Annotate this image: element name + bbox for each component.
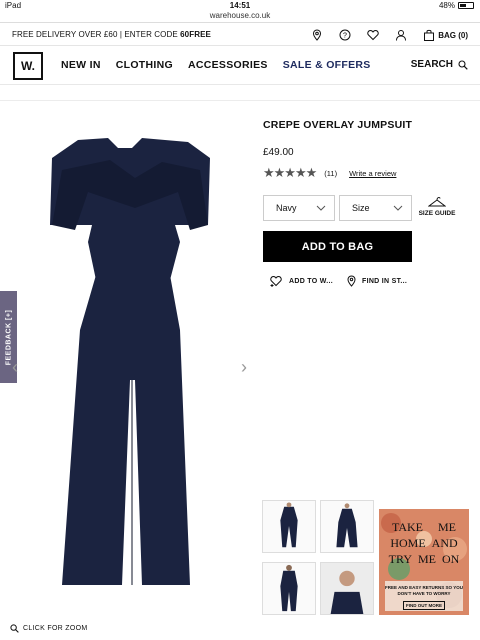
- add-to-wishlist-button[interactable]: ADD TO W...: [270, 275, 333, 287]
- size-select-value: Size: [352, 203, 370, 213]
- main-nav: W. NEW IN CLOTHING ACCESSORIES SALE & OF…: [0, 47, 480, 85]
- location-pin-icon: [347, 275, 356, 287]
- next-image-arrow[interactable]: ›: [241, 357, 247, 378]
- nav-sale-offers[interactable]: SALE & OFFERS: [283, 59, 371, 71]
- zoom-icon: [10, 624, 19, 633]
- product-thumbnail[interactable]: [262, 562, 316, 615]
- add-to-wishlist-label: ADD TO W...: [289, 277, 334, 285]
- promo-headline: TAKE ME HOME AND TRY ME ON: [388, 520, 460, 566]
- bag-button[interactable]: BAG (0): [423, 29, 468, 41]
- battery-percent: 48%: [438, 1, 455, 10]
- hanger-icon: [428, 197, 446, 207]
- find-in-store-label: FIND IN ST...: [362, 277, 408, 285]
- nav-clothing[interactable]: CLOTHING: [116, 59, 173, 71]
- rating-row: ★★★★★ (11) Write a review: [263, 165, 396, 181]
- product-price: £49.00: [263, 147, 294, 158]
- address-bar[interactable]: warehouse.co.uk: [0, 11, 480, 23]
- promo-bar: FREE DELIVERY OVER £60 | ENTER CODE 60FR…: [0, 24, 480, 46]
- header-icons: ? BAG (0): [311, 27, 468, 43]
- product-thumbnail[interactable]: [262, 500, 316, 553]
- shopping-bag-icon: [424, 29, 435, 41]
- account-icon[interactable]: [395, 29, 407, 41]
- colour-select[interactable]: Navy: [263, 195, 335, 221]
- svg-text:?: ?: [343, 33, 347, 40]
- nav-new-in[interactable]: NEW IN: [61, 59, 101, 71]
- status-bar: iPad 14:51 48%: [0, 0, 480, 11]
- product-thumbnail[interactable]: [320, 500, 374, 553]
- search-icon: [458, 59, 468, 70]
- size-select[interactable]: Size: [339, 195, 412, 221]
- heart-icon[interactable]: [367, 29, 379, 41]
- star-rating-icon: ★★★★★: [263, 165, 317, 180]
- promo-subtext: FREE AND EASY RETURNS SO YOU DON'T HAVE …: [385, 585, 463, 596]
- battery-icon: [458, 2, 474, 9]
- warehouse-logo[interactable]: W.: [13, 52, 43, 80]
- find-in-store-button[interactable]: FIND IN ST...: [347, 275, 407, 287]
- divider: [0, 100, 480, 101]
- heart-plus-icon: [270, 275, 282, 287]
- try-me-on-promo[interactable]: TAKE ME HOME AND TRY ME ON FREE AND EASY…: [379, 509, 469, 615]
- clock: 14:51: [229, 1, 251, 10]
- delivery-message: FREE DELIVERY OVER £60 | ENTER CODE 60FR…: [12, 30, 211, 39]
- status-right: 48%: [439, 1, 474, 10]
- size-guide-button[interactable]: SIZE GUIDE: [417, 196, 457, 217]
- colour-select-value: Navy: [276, 203, 297, 213]
- nav-links: NEW IN CLOTHING ACCESSORIES SALE & OFFER…: [61, 59, 371, 71]
- prev-image-arrow[interactable]: ‹: [12, 357, 18, 378]
- add-to-bag-button[interactable]: ADD TO BAG: [263, 231, 412, 262]
- bag-label: BAG (0): [438, 30, 468, 40]
- help-icon[interactable]: ?: [339, 29, 351, 41]
- product-image[interactable]: [40, 130, 230, 590]
- chevron-down-icon: [316, 205, 326, 211]
- click-for-zoom[interactable]: CLICK FOR ZOOM: [10, 624, 87, 633]
- search-button[interactable]: SEARCH: [411, 59, 468, 70]
- write-review-link[interactable]: Write a review: [349, 169, 396, 178]
- product-title: CREPE OVERLAY JUMPSUIT: [263, 119, 413, 131]
- size-guide-label: SIZE GUIDE: [418, 210, 456, 217]
- location-pin-icon[interactable]: [311, 29, 323, 41]
- review-count: (11): [324, 168, 338, 178]
- find-out-more-button[interactable]: FIND OUT MORE: [403, 601, 445, 610]
- product-thumbnail[interactable]: [320, 562, 374, 615]
- search-label: SEARCH: [410, 59, 453, 70]
- chevron-down-icon: [393, 205, 403, 211]
- nav-accessories[interactable]: ACCESSORIES: [188, 59, 268, 71]
- click-for-zoom-label: CLICK FOR ZOOM: [23, 625, 88, 632]
